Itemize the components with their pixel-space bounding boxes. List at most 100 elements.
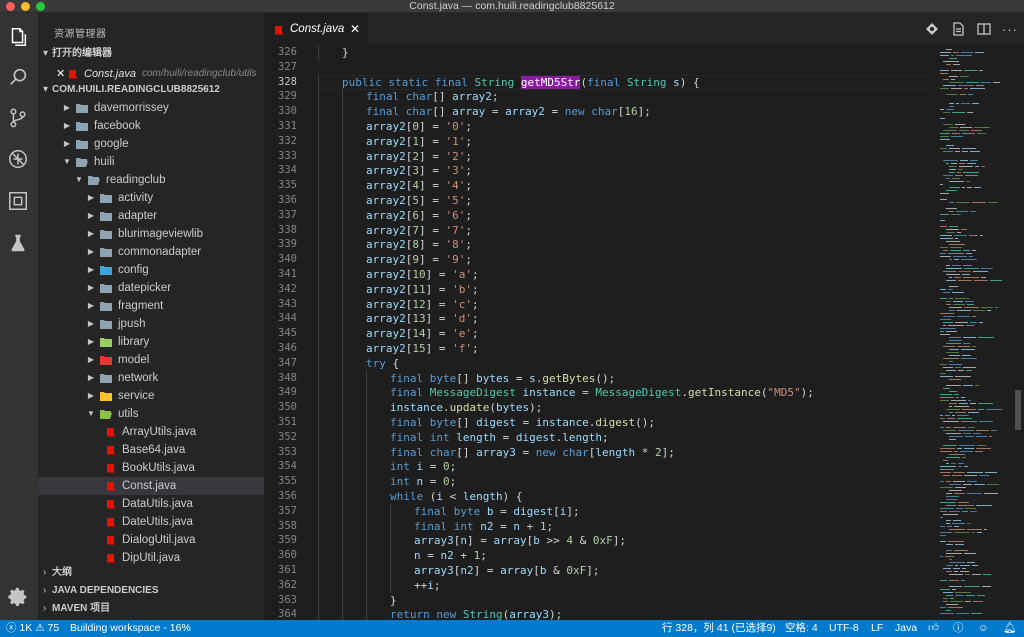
indent-guide: [366, 533, 367, 549]
tree-file-item[interactable]: DateUtils.java: [38, 513, 264, 531]
more-actions-icon[interactable]: ···: [1002, 21, 1018, 37]
minimap-line: [949, 298, 953, 299]
tree-folder-item[interactable]: ▶ davemorrissey: [38, 99, 264, 117]
tree-folder-item[interactable]: ▶ config: [38, 261, 264, 279]
info-icon[interactable]: ⓘ: [953, 620, 964, 637]
tree-folder-item[interactable]: ▶ commonadapter: [38, 243, 264, 261]
code-token: ;: [480, 549, 487, 563]
code-token: ];: [586, 564, 600, 577]
debug-icon[interactable]: [6, 147, 30, 171]
java-file-icon: [107, 554, 115, 563]
flask-icon[interactable]: [6, 231, 30, 255]
minimap-line: [946, 544, 953, 545]
code-token: 3: [412, 164, 419, 178]
outline-section[interactable]: › 大纲: [38, 564, 264, 582]
minimap-line: [962, 151, 968, 152]
minimap-line: [964, 307, 979, 308]
split-editor-icon[interactable]: [976, 21, 992, 37]
tree-folder-item[interactable]: ▶ datepicker: [38, 279, 264, 297]
tree-folder-item[interactable]: ▼ readingclub: [38, 171, 264, 189]
java-dependencies-section[interactable]: › JAVA DEPENDENCIES: [38, 582, 264, 600]
line-number: 364: [278, 608, 297, 620]
language-status[interactable]: Java: [895, 620, 917, 637]
indentation-status[interactable]: 空格: 4: [785, 620, 818, 637]
tree-file-item[interactable]: Base64.java: [38, 441, 264, 459]
tree-file-item[interactable]: Const.java: [38, 477, 264, 495]
code-token: ;: [602, 430, 609, 444]
minimap-line: [974, 280, 988, 281]
code-editor[interactable]: 326 327 328 329 330 331 332 333 334 335 336 337 338 3…: [264, 45, 932, 620]
minimap-line: [949, 202, 954, 203]
tree-file-item[interactable]: BookUtils.java: [38, 459, 264, 477]
code-token: 'd': [452, 312, 472, 326]
tree-folder-item[interactable]: ▶ adapter: [38, 207, 264, 225]
maven-title: MAVEN 项目: [52, 603, 111, 614]
minimap-line: [946, 610, 951, 611]
minimap-line: [940, 226, 947, 227]
task-status[interactable]: Building workspace - 16%: [70, 620, 191, 637]
code-token: byte: [429, 371, 457, 385]
gear-icon[interactable]: [6, 585, 30, 609]
minimap-line: [962, 274, 970, 275]
tree-folder-item[interactable]: ▶ network: [38, 369, 264, 387]
chevron-right-icon: ▶: [63, 121, 71, 130]
tree-folder-item[interactable]: ▶ activity: [38, 189, 264, 207]
minimap-line: [950, 601, 963, 602]
maven-section[interactable]: › MAVEN 项目: [38, 600, 264, 618]
open-preview-icon[interactable]: [950, 21, 966, 37]
code-line: final MessageDigest instance = MessageDi…: [390, 385, 814, 400]
tab-const-java[interactable]: Const.java ✕: [264, 13, 368, 45]
git-compare-icon[interactable]: [924, 21, 940, 37]
tree-folder-item[interactable]: ▶ facebook: [38, 117, 264, 135]
line-number: 342: [278, 282, 297, 295]
minimap-line: [946, 178, 950, 179]
tree-folder-item[interactable]: ▶ blurimageviewlib: [38, 225, 264, 243]
problems-indicator[interactable]: ⓧ 1K ⚠ 75: [6, 620, 59, 637]
minimap-line: [951, 163, 957, 164]
tree-folder-item[interactable]: ▶ model: [38, 351, 264, 369]
project-section[interactable]: ▾ COM.HUILI.READINGCLUB8825612: [38, 81, 264, 99]
minimap[interactable]: [932, 45, 1024, 620]
minimap-line: [960, 451, 973, 452]
line-number: 338: [278, 223, 297, 236]
tree-folder-item[interactable]: ▶ library: [38, 333, 264, 351]
minimap-line: [940, 400, 949, 401]
minimap-line: [940, 298, 947, 299]
source-control-icon[interactable]: [6, 106, 30, 130]
minimap-line: [955, 376, 971, 377]
feedback-smiley-icon[interactable]: ☺: [978, 620, 989, 637]
code-token: ;: [465, 238, 472, 252]
minimap-line: [940, 214, 949, 215]
indent-guide: [342, 341, 343, 356]
minimap-line: [949, 484, 961, 485]
cursor-position[interactable]: 行 328，列 41 (已选择9): [662, 620, 776, 637]
search-icon[interactable]: [6, 65, 30, 89]
code-token: String: [626, 75, 674, 89]
thumbs-up-icon[interactable]: 👍︎: [928, 620, 939, 637]
editor-scrollbar[interactable]: [1015, 390, 1021, 430]
chevron-right-icon: ▶: [87, 283, 95, 292]
tree-file-item[interactable]: ArrayUtils.java: [38, 423, 264, 441]
tree-folder-item[interactable]: ▶ google: [38, 135, 264, 153]
tree-folder-item[interactable]: ▶ fragment: [38, 297, 264, 315]
code-token: );: [800, 386, 814, 400]
tree-folder-item[interactable]: ▼ utils: [38, 405, 264, 423]
tree-file-item[interactable]: DialogUtil.java: [38, 531, 264, 549]
minimap-line: [970, 88, 985, 89]
notification-bell-icon[interactable]: 🔔︎: [1003, 620, 1016, 637]
minimap-line: [963, 172, 979, 173]
minimap-line: [953, 472, 965, 473]
open-editors-section[interactable]: ▾ 打开的编辑器: [38, 45, 264, 63]
explorer-icon[interactable]: [6, 25, 30, 49]
extensions-icon[interactable]: [6, 189, 30, 213]
folder-icon: [76, 104, 88, 113]
indent-guide: [342, 429, 343, 445]
tree-folder-item[interactable]: ▶ jpush: [38, 315, 264, 333]
eol-status[interactable]: LF: [871, 620, 883, 637]
code-area[interactable]: } public static final String getMD5Str(fi…: [318, 45, 932, 620]
encoding-status[interactable]: UTF-8: [829, 620, 859, 637]
tree-folder-item[interactable]: ▶ service: [38, 387, 264, 405]
close-icon[interactable]: ✕: [350, 22, 360, 36]
tree-file-item[interactable]: DataUtils.java: [38, 495, 264, 513]
tree-folder-item[interactable]: ▼ huili: [38, 153, 264, 171]
